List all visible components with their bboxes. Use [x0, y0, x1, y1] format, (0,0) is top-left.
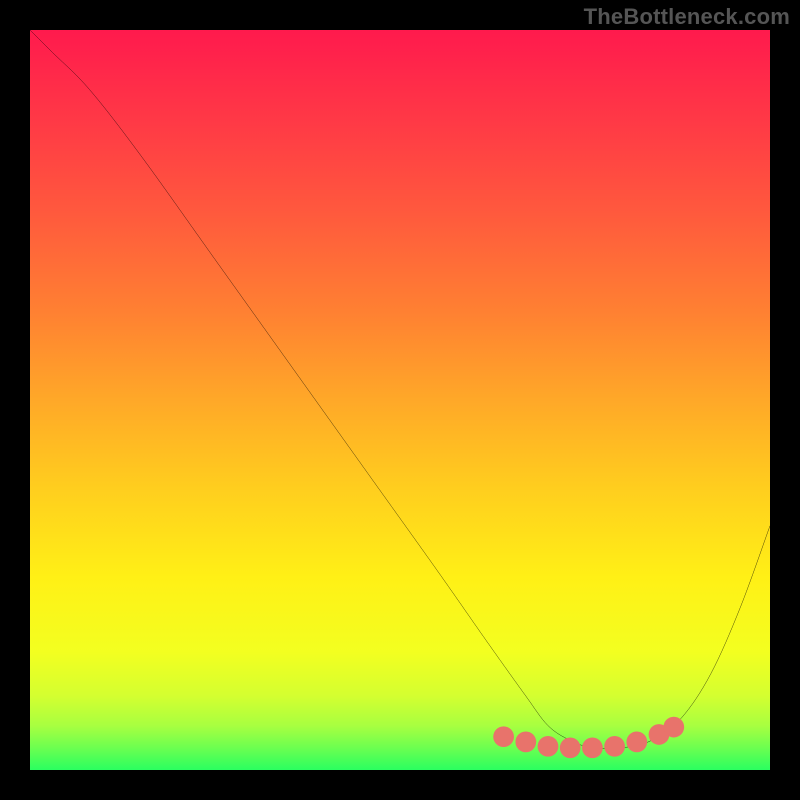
gradient-background	[30, 30, 770, 770]
bottleneck-chart	[30, 30, 770, 770]
optimal-marker	[604, 736, 625, 757]
optimal-marker	[538, 736, 559, 757]
optimal-marker	[560, 737, 581, 758]
optimal-marker	[626, 732, 647, 753]
optimal-marker	[582, 737, 603, 758]
optimal-marker	[515, 732, 536, 753]
watermark-text: TheBottleneck.com	[584, 4, 790, 30]
optimal-marker	[663, 717, 684, 738]
optimal-marker	[493, 726, 514, 747]
chart-stage: TheBottleneck.com	[0, 0, 800, 800]
